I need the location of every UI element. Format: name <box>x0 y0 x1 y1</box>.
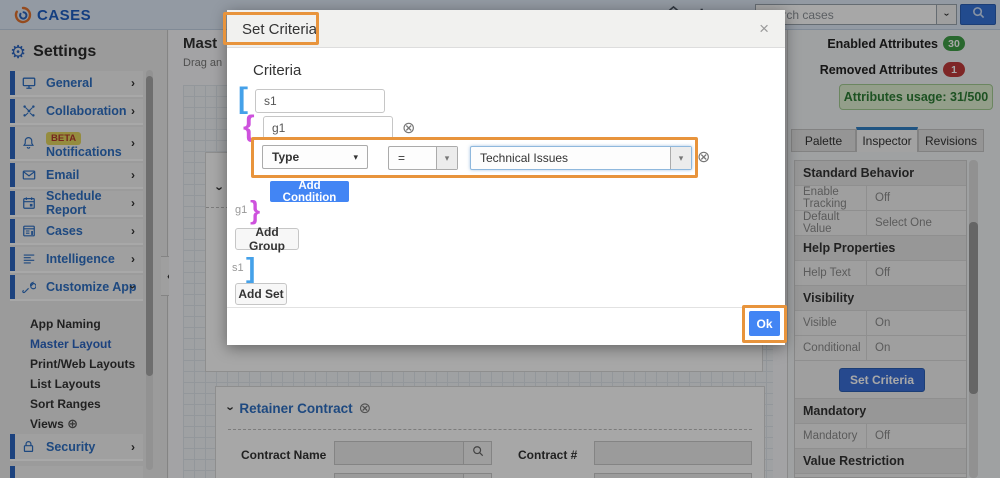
set-name-input[interactable] <box>255 89 385 113</box>
condition-value-select[interactable]: Technical Issues ▾ <box>470 146 692 170</box>
condition-operator-select[interactable]: = ▾ <box>388 146 458 170</box>
add-group-button[interactable]: Add Group <box>235 228 299 250</box>
select-value: = <box>389 151 436 165</box>
select-value: Type <box>263 150 344 164</box>
condition-field-select[interactable]: Type ▾ <box>262 145 368 169</box>
set-close-bracket: ] <box>246 254 255 282</box>
modal-footer-divider <box>227 307 785 308</box>
group-close-tag: g1 <box>235 204 247 216</box>
caret-down-icon: ▾ <box>436 147 457 169</box>
ok-button[interactable]: Ok <box>749 311 780 336</box>
close-icon[interactable]: × <box>759 19 769 39</box>
caret-down-icon: ▾ <box>670 147 691 169</box>
add-set-button[interactable]: Add Set <box>235 283 287 305</box>
group-open-bracket: { <box>243 112 255 142</box>
criteria-label: Criteria <box>253 62 301 79</box>
group-close-bracket: } <box>250 197 260 223</box>
set-criteria-modal: Set Criteria × Criteria [ { ⊗ Type ▾ = ▾… <box>227 10 785 345</box>
modal-header: Set Criteria × <box>227 10 785 48</box>
remove-group-icon[interactable]: ⊗ <box>402 121 415 137</box>
group-name-input[interactable] <box>263 116 393 140</box>
add-condition-button[interactable]: Add Condition <box>270 181 349 202</box>
caret-down-icon: ▾ <box>344 152 367 163</box>
modal-title: Set Criteria <box>242 21 317 38</box>
app-screen: CASES › ⚙ Settings General › Collaborati… <box>0 0 1000 478</box>
select-value: Technical Issues <box>471 151 670 165</box>
remove-condition-icon[interactable]: ⊗ <box>697 150 710 166</box>
set-close-tag: s1 <box>232 262 244 274</box>
